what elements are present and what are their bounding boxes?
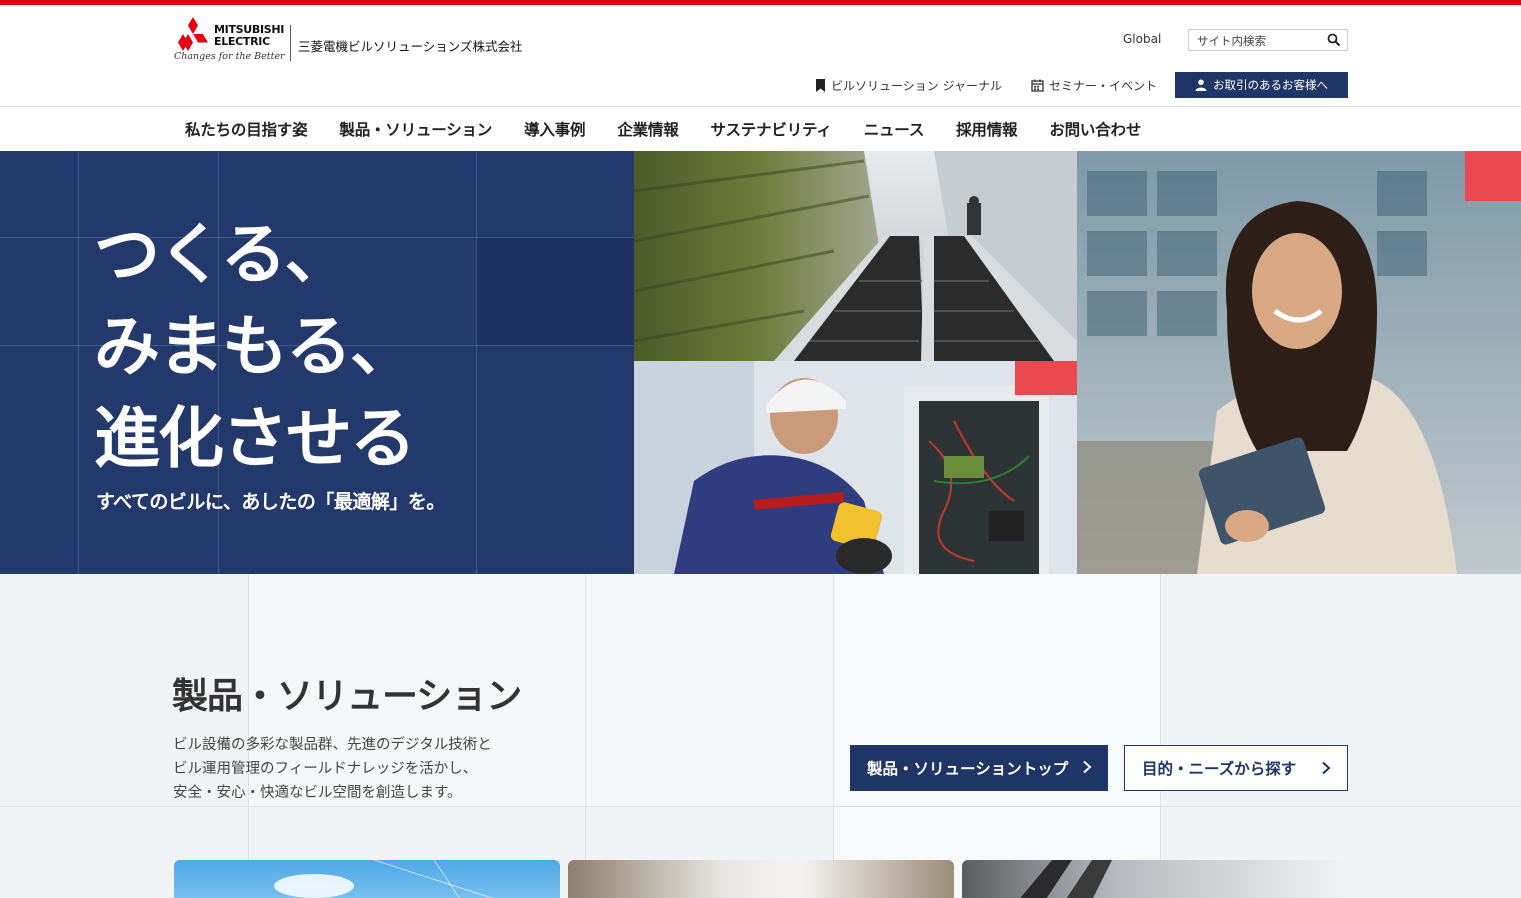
calendar-icon [1031,79,1044,92]
bg-panel [833,574,1160,898]
hero-title-line: 進化させる [94,400,416,477]
nav-item-recruit[interactable]: 採用情報 [956,118,1017,140]
bg-grid-line [1160,574,1161,898]
bg-grid-line [833,574,834,898]
hero-grid-block [476,237,634,345]
journal-link[interactable]: ビルソリューション ジャーナル [815,77,1002,94]
product-card[interactable] [568,860,954,898]
hero-text-panel: つくる、 みまもる、 進化させる すべてのビルに、あしたの「最適解」を。 [0,151,634,574]
global-nav: 私たちの目指す姿 製品・ソリューション 導入事例 企業情報 サステナビリティ ニ… [185,107,1173,150]
bg-grid-line [585,574,586,898]
escalator-photo [634,151,1077,361]
products-description-line: ビル設備の多彩な製品群、先進のデジタル技術と [173,737,492,753]
customer-button-label: お取引のあるお客様へ [1213,78,1328,92]
products-section: 製品・ソリューション ビル設備の多彩な製品群、先進のデジタル技術と ビル運用管理… [0,574,1521,898]
site-logo[interactable]: MITSUBISHI ELECTRIC Changes for the Bett… [174,17,524,63]
nav-item-vision[interactable]: 私たちの目指す姿 [185,118,308,140]
hero-title-line: つくる、 [94,216,351,293]
products-description-line: 安全・安心・快適なビル空間を創造します。 [173,785,462,801]
accent-square [1015,361,1077,395]
global-link[interactable]: Global [1123,32,1161,46]
businesswoman-photo [1077,151,1521,574]
bg-grid-line [0,806,1521,807]
top-accent-line [0,0,1521,5]
search-icon[interactable] [1327,33,1341,47]
products-top-button[interactable]: 製品・ソリューショントップ [850,745,1108,791]
seminar-label: セミナー・イベント [1049,79,1158,93]
journal-label: ビルソリューション ジャーナル [831,79,1002,93]
accent-square [1465,151,1521,201]
products-top-button-label: 製品・ソリューショントップ [867,760,1069,778]
search-by-needs-button[interactable]: 目的・ニーズから探す [1124,745,1348,791]
bookmark-icon [816,79,825,92]
company-name: 三菱電機ビルソリューションズ株式会社 [298,39,523,54]
search-by-needs-button-label: 目的・ニーズから探す [1142,760,1297,778]
nav-item-sustainability[interactable]: サステナビリティ [711,118,832,140]
search-input[interactable] [1189,31,1317,51]
nav-item-contact[interactable]: お問い合わせ [1049,118,1141,140]
hero-title: つくる、 みまもる、 進化させる [94,209,416,485]
seminar-link[interactable]: セミナー・イベント [1031,77,1157,94]
mitsubishi-diamonds-icon [178,17,208,51]
site-search [1188,29,1348,51]
user-icon [1195,79,1207,91]
product-card[interactable] [174,860,560,898]
products-description-line: ビル運用管理のフィールドナレッジを活かし、 [173,761,478,777]
hero-grid-line [78,151,79,574]
hero-banner: つくる、 みまもる、 進化させる すべてのビルに、あしたの「最適解」を。 [0,151,1521,574]
brand-tagline: Changes for the Better [174,51,285,62]
chevron-right-icon [1322,761,1331,775]
hero-title-line: みまもる、 [94,308,416,385]
brand-name-line1: MITSUBISHI [214,23,285,36]
technician-photo [634,361,1077,574]
products-description: ビル設備の多彩な製品群、先進のデジタル技術と ビル運用管理のフィールドナレッジを… [173,733,492,805]
hero-grid-line [476,151,477,574]
hero-subtitle: すべてのビルに、あしたの「最適解」を。 [96,491,445,513]
nav-item-cases[interactable]: 導入事例 [524,118,585,140]
customer-button[interactable]: お取引のあるお客様へ [1175,72,1348,98]
logo-divider [290,25,291,61]
nav-item-news[interactable]: ニュース [864,118,925,140]
nav-item-company[interactable]: 企業情報 [617,118,678,140]
products-title: 製品・ソリューション [172,676,522,717]
chevron-right-icon [1083,760,1092,774]
brand-name-line2: ELECTRIC [214,35,270,48]
product-card[interactable] [962,860,1348,898]
nav-item-products[interactable]: 製品・ソリューション [339,118,492,140]
